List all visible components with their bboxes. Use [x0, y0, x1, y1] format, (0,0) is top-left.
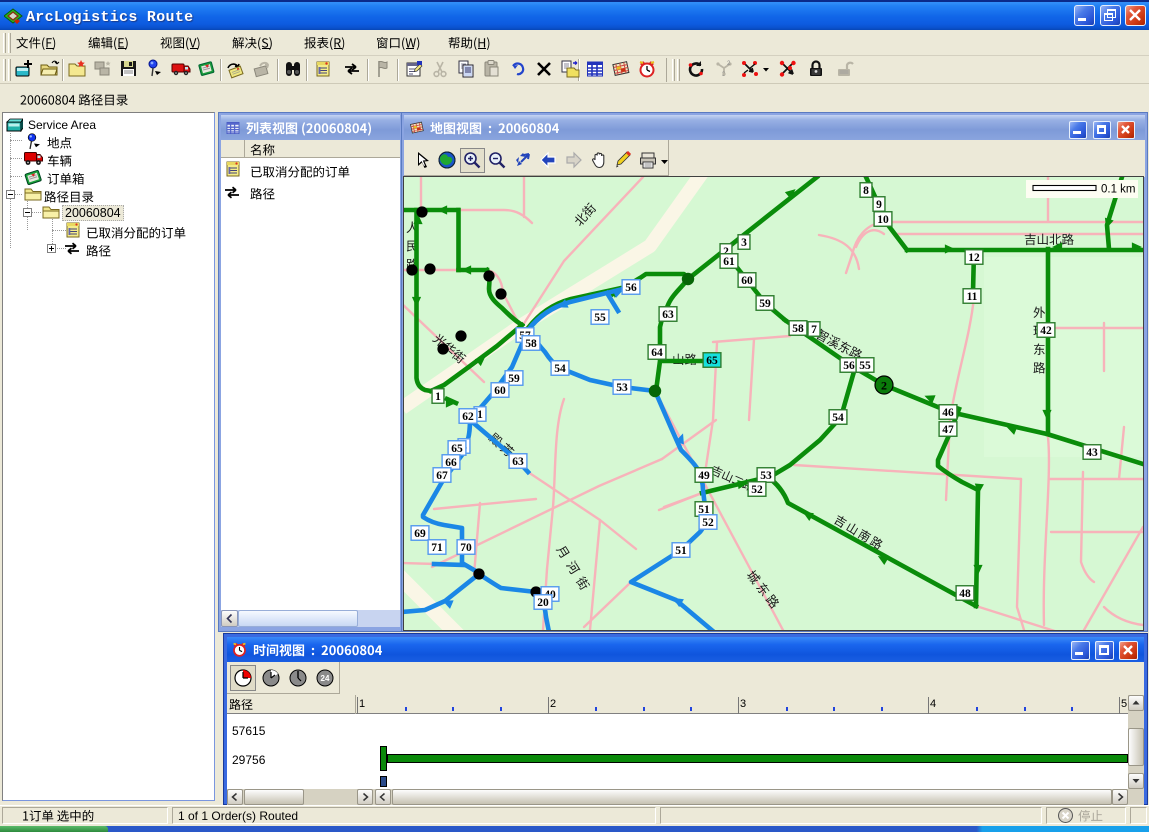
svg-text:47: 47	[942, 424, 954, 436]
svg-text:65: 65	[706, 355, 718, 367]
svg-text:58: 58	[792, 323, 804, 335]
svg-text:63: 63	[512, 456, 524, 468]
svg-text:3: 3	[741, 237, 747, 249]
svg-text:48: 48	[959, 588, 971, 600]
svg-text:54: 54	[832, 412, 844, 424]
svg-text:10: 10	[877, 214, 889, 226]
svg-text:60: 60	[741, 275, 753, 287]
svg-text:59: 59	[508, 373, 520, 385]
svg-text:24: 24	[321, 674, 330, 683]
svg-text:20: 20	[537, 597, 549, 609]
svg-text:0.1 km: 0.1 km	[1101, 184, 1136, 196]
svg-text:49: 49	[698, 470, 710, 482]
svg-text:60: 60	[494, 385, 506, 397]
svg-text:56: 56	[843, 360, 855, 372]
svg-text:55: 55	[594, 312, 606, 324]
svg-text:9: 9	[876, 199, 882, 211]
svg-text:7: 7	[811, 324, 817, 336]
svg-text:63: 63	[662, 309, 674, 321]
svg-text:56: 56	[625, 282, 637, 294]
svg-text:65: 65	[451, 443, 463, 455]
svg-text:11: 11	[967, 291, 978, 303]
svg-text:53: 53	[760, 470, 772, 482]
svg-text:43: 43	[1086, 447, 1098, 459]
svg-text:51: 51	[675, 545, 687, 557]
svg-text:52: 52	[702, 517, 714, 529]
svg-text:59: 59	[759, 298, 771, 310]
svg-text:55: 55	[859, 360, 871, 372]
svg-text:2: 2	[881, 379, 887, 393]
svg-text:71: 71	[431, 542, 443, 554]
svg-text:58: 58	[525, 338, 537, 350]
svg-text:53: 53	[616, 382, 628, 394]
svg-text:42: 42	[1040, 325, 1052, 337]
svg-text:67: 67	[436, 470, 448, 482]
svg-text:46: 46	[942, 407, 954, 419]
svg-text:1: 1	[477, 409, 483, 421]
svg-text:54: 54	[554, 363, 566, 375]
svg-text:52: 52	[751, 484, 763, 496]
svg-text:62: 62	[462, 411, 474, 423]
svg-text:1: 1	[435, 391, 441, 403]
svg-text:64: 64	[651, 347, 663, 359]
svg-text:69: 69	[414, 528, 426, 540]
svg-text:8: 8	[863, 185, 869, 197]
svg-text:70: 70	[460, 542, 472, 554]
svg-text:12: 12	[968, 252, 980, 264]
svg-text:61: 61	[723, 256, 735, 268]
